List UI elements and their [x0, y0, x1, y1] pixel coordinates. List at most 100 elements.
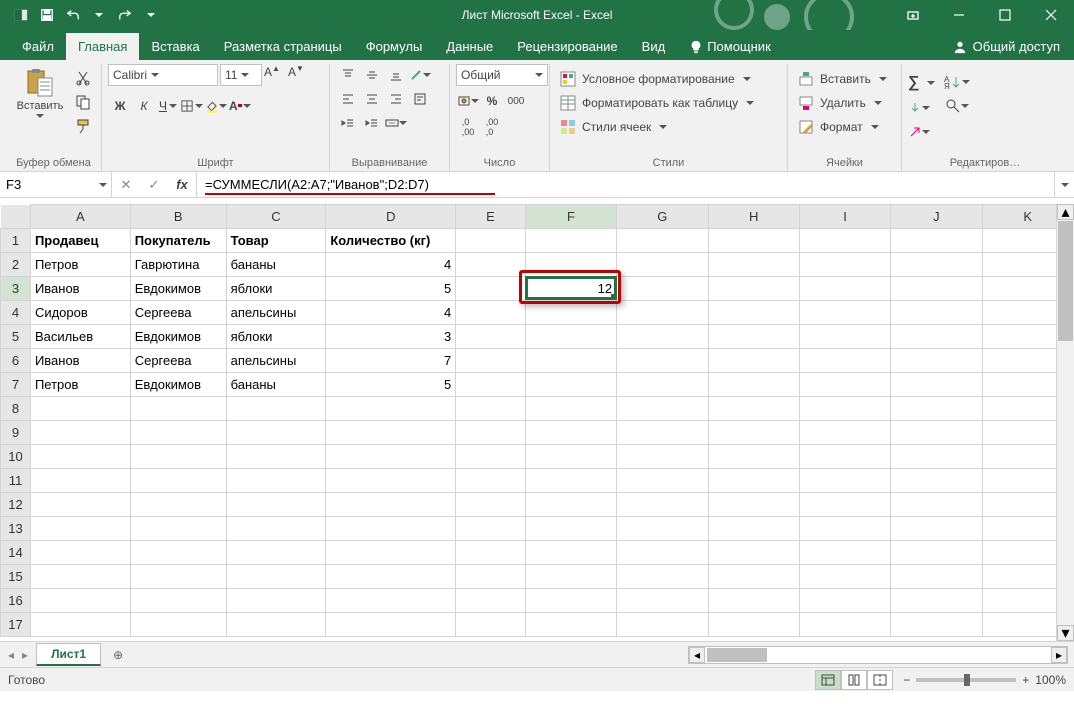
row-header[interactable]: 7	[1, 373, 31, 397]
cell[interactable]	[891, 421, 982, 445]
cell[interactable]	[708, 493, 799, 517]
cell[interactable]	[891, 541, 982, 565]
cell[interactable]: Сидоров	[30, 301, 130, 325]
close-icon[interactable]	[1028, 0, 1074, 30]
cell[interactable]	[525, 493, 616, 517]
cell[interactable]: Сергеева	[130, 349, 226, 373]
cell[interactable]	[891, 589, 982, 613]
cell[interactable]	[891, 469, 982, 493]
cell[interactable]	[30, 541, 130, 565]
column-header[interactable]: I	[799, 205, 890, 229]
cell[interactable]	[226, 445, 326, 469]
cell[interactable]	[799, 373, 890, 397]
cell[interactable]	[891, 397, 982, 421]
cell[interactable]	[326, 421, 456, 445]
align-center-icon[interactable]	[360, 88, 384, 110]
increase-decimal-icon[interactable]: ,0,00	[456, 116, 480, 138]
cell[interactable]	[525, 445, 616, 469]
minimize-icon[interactable]	[936, 0, 982, 30]
cell[interactable]	[525, 541, 616, 565]
italic-button[interactable]: К	[132, 95, 156, 117]
align-middle-icon[interactable]	[360, 64, 384, 86]
orientation-icon[interactable]	[408, 64, 432, 86]
cell[interactable]	[130, 397, 226, 421]
tab-data[interactable]: Данные	[434, 33, 505, 60]
fx-icon[interactable]: fx	[168, 172, 196, 197]
cell[interactable]	[30, 493, 130, 517]
conditional-formatting-button[interactable]: Условное форматирование	[556, 68, 755, 90]
cell[interactable]: Продавец	[30, 229, 130, 253]
redo-icon[interactable]	[112, 2, 138, 28]
cell[interactable]: Васильев	[30, 325, 130, 349]
cell[interactable]	[30, 589, 130, 613]
font-color-icon[interactable]: A	[228, 95, 252, 117]
cell[interactable]	[799, 469, 890, 493]
cell[interactable]: Иванов	[30, 277, 130, 301]
fill-icon[interactable]	[908, 98, 930, 118]
bold-button[interactable]: Ж	[108, 95, 132, 117]
cell[interactable]	[799, 301, 890, 325]
tab-view[interactable]: Вид	[630, 33, 678, 60]
cell[interactable]	[891, 277, 982, 301]
format-painter-icon[interactable]	[72, 116, 94, 136]
view-normal-icon[interactable]	[815, 670, 841, 690]
cell[interactable]	[326, 397, 456, 421]
cell[interactable]	[617, 517, 708, 541]
cell[interactable]	[708, 613, 799, 637]
cell[interactable]	[226, 613, 326, 637]
cell[interactable]	[30, 517, 130, 541]
cell[interactable]	[891, 565, 982, 589]
cell[interactable]: Сергеева	[130, 301, 226, 325]
column-header[interactable]: J	[891, 205, 982, 229]
cell[interactable]	[226, 469, 326, 493]
number-format-combo[interactable]: Общий	[456, 64, 548, 86]
cell[interactable]	[326, 517, 456, 541]
cell[interactable]	[456, 445, 526, 469]
align-right-icon[interactable]	[384, 88, 408, 110]
cell[interactable]: Петров	[30, 373, 130, 397]
row-header[interactable]: 12	[1, 493, 31, 517]
cell[interactable]	[226, 493, 326, 517]
cell[interactable]	[799, 493, 890, 517]
cell[interactable]	[525, 613, 616, 637]
row-header[interactable]: 10	[1, 445, 31, 469]
zoom-out-icon[interactable]: −	[903, 673, 910, 687]
cell[interactable]	[617, 349, 708, 373]
cell[interactable]: 3	[326, 325, 456, 349]
cell[interactable]: апельсины	[226, 349, 326, 373]
cell[interactable]: 5	[326, 373, 456, 397]
enter-formula-icon[interactable]: ✓	[140, 172, 168, 197]
cell[interactable]	[708, 469, 799, 493]
align-bottom-icon[interactable]	[384, 64, 408, 86]
cell[interactable]	[226, 589, 326, 613]
cell[interactable]: яблоки	[226, 277, 326, 301]
cell[interactable]	[456, 469, 526, 493]
ribbon-options-icon[interactable]	[890, 0, 936, 30]
vertical-scrollbar[interactable]: ▴ ▾	[1056, 204, 1074, 641]
underline-button[interactable]: Ч	[156, 95, 180, 117]
cell[interactable]	[617, 301, 708, 325]
cell[interactable]	[891, 301, 982, 325]
cell[interactable]	[799, 421, 890, 445]
cell[interactable]: Евдокимов	[130, 325, 226, 349]
cell[interactable]	[30, 421, 130, 445]
view-page-break-icon[interactable]	[867, 670, 893, 690]
clear-icon[interactable]	[908, 122, 930, 142]
cell[interactable]	[891, 517, 982, 541]
cell[interactable]	[799, 277, 890, 301]
increase-font-icon[interactable]: A▲	[264, 64, 286, 86]
column-header[interactable]: E	[456, 205, 526, 229]
cell[interactable]	[226, 397, 326, 421]
scroll-down-icon[interactable]: ▾	[1057, 625, 1074, 641]
cell[interactable]	[891, 325, 982, 349]
font-size-combo[interactable]: 11	[220, 64, 262, 86]
cell[interactable]	[456, 589, 526, 613]
cell[interactable]	[130, 589, 226, 613]
cell[interactable]	[30, 613, 130, 637]
cell[interactable]	[326, 493, 456, 517]
cell[interactable]	[525, 469, 616, 493]
percent-icon[interactable]: %	[480, 90, 504, 112]
cell[interactable]: 4	[326, 301, 456, 325]
cell[interactable]	[326, 613, 456, 637]
sheet-nav-prev-icon[interactable]: ◂	[8, 648, 14, 662]
